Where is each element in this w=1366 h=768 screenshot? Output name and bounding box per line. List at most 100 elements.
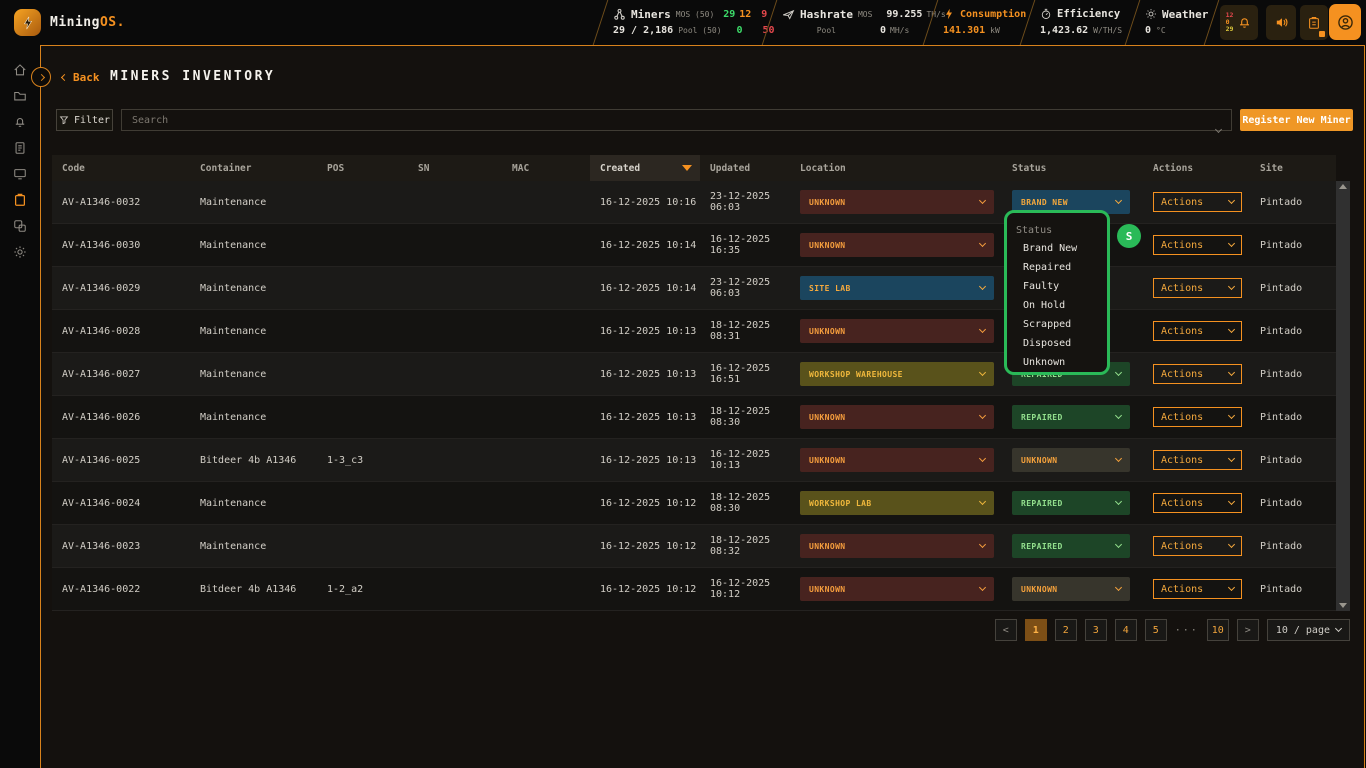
column-header-updated[interactable]: Updated xyxy=(700,155,790,181)
pagination-next-button[interactable]: > xyxy=(1237,619,1259,641)
cell-updated: 16-12-2025 10:13 xyxy=(700,439,790,481)
cell-mac xyxy=(502,568,590,610)
status-option-brand-new[interactable]: Brand New xyxy=(1007,239,1107,258)
sidebar-item-folder[interactable] xyxy=(12,88,28,104)
consumption-title: Consumption xyxy=(960,9,1026,20)
actions-select[interactable]: Actions xyxy=(1153,493,1242,513)
cell-created: 16-12-2025 10:13 xyxy=(590,310,700,352)
cell-site: Pintado xyxy=(1250,439,1336,481)
column-header-location[interactable]: Location xyxy=(790,155,1002,181)
chevron-down-icon xyxy=(1115,412,1122,419)
sidebar-item-inventory[interactable] xyxy=(12,192,28,208)
sidebar-item-notifications[interactable] xyxy=(12,114,28,130)
search-input[interactable] xyxy=(121,109,1232,131)
sidebar-item-modules[interactable] xyxy=(12,218,28,234)
sidebar-item-monitor[interactable] xyxy=(12,166,28,182)
column-header-site[interactable]: Site xyxy=(1250,155,1336,181)
location-select[interactable]: UNKNOWN xyxy=(800,448,994,472)
status-select[interactable]: REPAIRED xyxy=(1012,534,1130,558)
status-select[interactable]: REPAIRED xyxy=(1012,405,1130,429)
cell-site: Pintado xyxy=(1250,482,1336,524)
column-header-pos[interactable]: POS xyxy=(317,155,408,181)
status-select[interactable]: UNKNOWN xyxy=(1012,577,1130,601)
pagination-prev-button[interactable]: < xyxy=(995,619,1017,641)
scroll-up-icon[interactable] xyxy=(1339,184,1347,189)
status-option-disposed[interactable]: Disposed xyxy=(1007,334,1107,353)
pagination-page-1[interactable]: 1 xyxy=(1025,619,1047,641)
account-button[interactable] xyxy=(1329,4,1361,40)
miners-pool-ok: 0 xyxy=(727,25,743,36)
column-header-mac[interactable]: MAC xyxy=(502,155,590,181)
register-new-miner-button[interactable]: Register New Miner xyxy=(1240,109,1353,131)
chevron-down-icon xyxy=(979,412,986,419)
status-option-faulty[interactable]: Faulty xyxy=(1007,277,1107,296)
cell-updated: 23-12-2025 06:03 xyxy=(700,267,790,309)
column-header-status[interactable]: Status xyxy=(1002,155,1143,181)
location-select[interactable]: UNKNOWN xyxy=(800,190,994,214)
column-header-code[interactable]: Code xyxy=(52,155,190,181)
status-option-unknown[interactable]: Unknown xyxy=(1007,353,1107,372)
search-chevron-icon[interactable] xyxy=(1216,117,1221,136)
status-option-on-hold[interactable]: On Hold xyxy=(1007,296,1107,315)
cell-updated: 18-12-2025 08:30 xyxy=(700,482,790,524)
status-select[interactable]: REPAIRED xyxy=(1012,491,1130,515)
cell-code: AV-A1346-0027 xyxy=(52,353,190,395)
reports-button[interactable] xyxy=(1300,5,1328,40)
cell-pos xyxy=(317,482,408,524)
status-select[interactable]: UNKNOWN xyxy=(1012,448,1130,472)
status-option-scrapped[interactable]: Scrapped xyxy=(1007,315,1107,334)
page-size-select[interactable]: 10 / page xyxy=(1267,619,1350,641)
volume-icon xyxy=(1274,15,1289,30)
actions-select[interactable]: Actions xyxy=(1153,364,1242,384)
location-select[interactable]: UNKNOWN xyxy=(800,233,994,257)
actions-select[interactable]: Actions xyxy=(1153,278,1242,298)
pagination-page-4[interactable]: 4 xyxy=(1115,619,1137,641)
cell-sn xyxy=(408,568,502,610)
location-select[interactable]: WORKSHOP LAB xyxy=(800,491,994,515)
sidebar-item-settings[interactable] xyxy=(12,244,28,260)
cell-container: Maintenance xyxy=(190,224,317,266)
location-select[interactable]: UNKNOWN xyxy=(800,534,994,558)
sidebar-item-home[interactable] xyxy=(12,62,28,78)
pagination-page-5[interactable]: 5 xyxy=(1145,619,1167,641)
actions-select[interactable]: Actions xyxy=(1153,450,1242,470)
back-button[interactable]: Back xyxy=(62,71,100,84)
actions-select[interactable]: Actions xyxy=(1153,192,1242,212)
location-select[interactable]: SITE LAB xyxy=(800,276,994,300)
pagination-page-2[interactable]: 2 xyxy=(1055,619,1077,641)
column-header-actions[interactable]: Actions xyxy=(1143,155,1250,181)
table-row: AV-A1346-0026 Maintenance 16-12-2025 10:… xyxy=(52,396,1336,439)
scroll-down-icon[interactable] xyxy=(1339,603,1347,608)
filter-button[interactable]: Filter xyxy=(56,109,113,131)
volume-button[interactable] xyxy=(1266,5,1296,40)
chevron-down-icon xyxy=(1228,283,1235,290)
notifications-button[interactable]: 12 0 29 xyxy=(1220,5,1258,40)
actions-select[interactable]: Actions xyxy=(1153,321,1242,341)
actions-select[interactable]: Actions xyxy=(1153,579,1242,599)
location-select[interactable]: WORKSHOP WAREHOUSE xyxy=(800,362,994,386)
status-option-repaired[interactable]: Repaired xyxy=(1007,258,1107,277)
location-select[interactable]: UNKNOWN xyxy=(800,577,994,601)
actions-select[interactable]: Actions xyxy=(1153,536,1242,556)
actions-select[interactable]: Actions xyxy=(1153,407,1242,427)
location-select[interactable]: UNKNOWN xyxy=(800,319,994,343)
folder-icon xyxy=(13,89,27,103)
cell-mac xyxy=(502,439,590,481)
location-select[interactable]: UNKNOWN xyxy=(800,405,994,429)
actions-select[interactable]: Actions xyxy=(1153,235,1242,255)
sidebar-expand-button[interactable] xyxy=(31,67,51,87)
cell-mac xyxy=(502,181,590,223)
pagination-page-10[interactable]: 10 xyxy=(1207,619,1229,641)
cell-mac xyxy=(502,353,590,395)
cell-updated: 16-12-2025 16:35 xyxy=(700,224,790,266)
column-header-container[interactable]: Container xyxy=(190,155,317,181)
sidebar-item-document[interactable] xyxy=(12,140,28,156)
column-header-created[interactable]: Created xyxy=(590,155,700,181)
pagination-page-3[interactable]: 3 xyxy=(1085,619,1107,641)
table-scrollbar[interactable] xyxy=(1336,181,1350,611)
chevron-down-icon xyxy=(979,584,986,591)
column-header-sn[interactable]: SN xyxy=(408,155,502,181)
chevron-down-icon xyxy=(979,326,986,333)
pagination-ellipsis: ··· xyxy=(1175,625,1199,636)
miners-icon xyxy=(613,8,626,21)
